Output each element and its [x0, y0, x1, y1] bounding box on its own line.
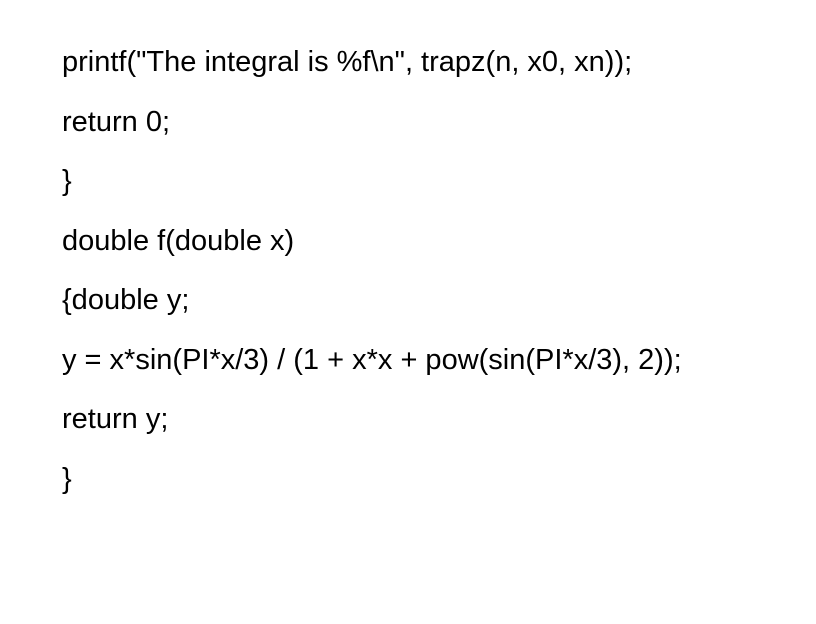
code-line-declare-y: {double y;	[62, 284, 190, 316]
code-line-printf: printf("The integral is %f\n", trapz(n, …	[62, 46, 633, 78]
code-line-function-signature: double f(double x)	[62, 224, 295, 257]
code-line-close-brace-main: }	[62, 165, 72, 197]
code-line-compute-y: y = x*sin(PI*x/3) / (1 + x*x + pow(sin(P…	[62, 343, 682, 376]
code-line-return-zero: return 0;	[62, 105, 170, 138]
code-line-return-y: return y;	[62, 403, 169, 435]
code-listing: printf("The integral is %f\n", trapz(n, …	[62, 33, 802, 509]
code-line-close-brace-function: }	[62, 462, 72, 495]
